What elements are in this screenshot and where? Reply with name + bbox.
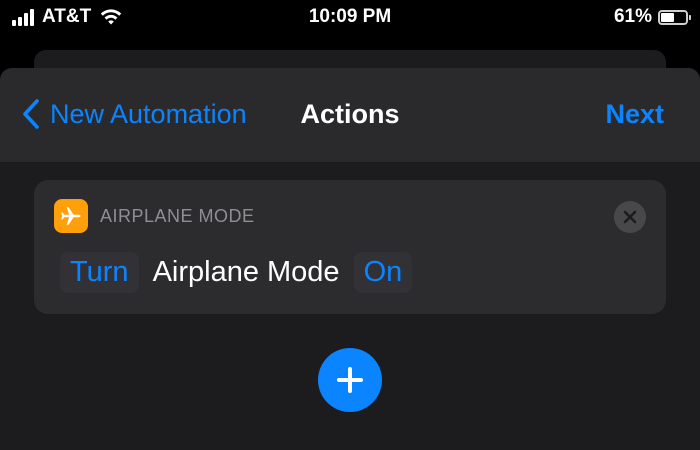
status-time: 10:09 PM [308, 6, 392, 27]
screen: AT&T 10:09 PM 61% New Automation Actions… [0, 0, 700, 450]
page-title: Actions [300, 99, 400, 129]
battery-fill [661, 12, 674, 22]
actions-content: AIRPLANE MODE Turn Airplane Mode On [0, 162, 700, 450]
actions-sheet: New Automation Actions Next AIRPLANE MOD… [0, 68, 700, 450]
remove-action-button[interactable] [614, 201, 646, 233]
next-button[interactable]: Next [605, 99, 664, 130]
action-card: AIRPLANE MODE Turn Airplane Mode On [34, 180, 666, 314]
airplane-icon [54, 199, 88, 233]
close-icon [623, 210, 637, 224]
operation-token[interactable]: Turn [60, 252, 139, 293]
state-token[interactable]: On [353, 252, 413, 293]
battery-percent: 61% [613, 6, 652, 27]
action-parameters: Turn Airplane Mode On [60, 252, 413, 293]
action-header: AIRPLANE MODE [54, 199, 255, 233]
plus-icon [337, 367, 363, 393]
navigation-bar: New Automation Actions Next [0, 68, 700, 163]
status-right: 61% [613, 6, 691, 28]
airplane-glyph [61, 207, 81, 225]
status-bar: AT&T 10:09 PM 61% [0, 0, 700, 36]
action-subject: Airplane Mode [152, 256, 340, 288]
action-name: AIRPLANE MODE [100, 205, 255, 226]
battery-icon [658, 9, 691, 25]
add-action-button[interactable] [318, 348, 382, 412]
